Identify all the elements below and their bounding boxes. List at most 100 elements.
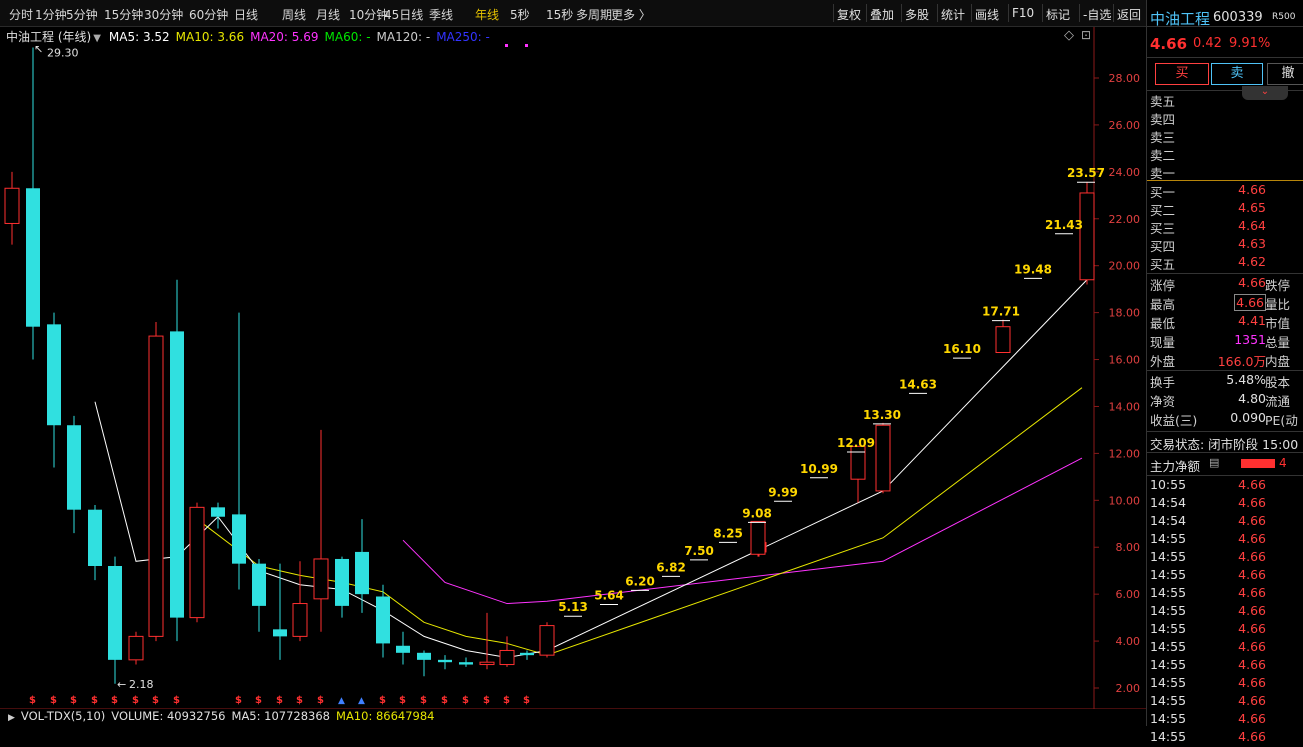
vol-indicator-icon[interactable]: ▶: [8, 713, 15, 723]
chart-title-dropdown-icon[interactable]: ▼: [93, 33, 101, 44]
period-tab-10[interactable]: 45日线: [384, 6, 423, 23]
period-tab-5[interactable]: 60分钟: [189, 6, 228, 23]
tick-time: 14:55: [1150, 657, 1187, 672]
candle-body-down: [335, 558, 349, 606]
candle-body-down: [355, 551, 369, 595]
ask-row[interactable]: 卖一: [1147, 163, 1303, 181]
bid-row[interactable]: 买三 4.64: [1147, 218, 1303, 236]
period-tab-13[interactable]: 5秒: [510, 6, 530, 23]
toolbar-action-8[interactable]: 返回: [1117, 6, 1141, 23]
period-tab-15[interactable]: 多周期: [576, 6, 612, 23]
period-tab-9[interactable]: 10分钟: [349, 6, 388, 23]
vol-ma5: MA5: 107728368: [231, 709, 331, 723]
ask-label: 卖四: [1150, 112, 1176, 127]
toolbar-action-7[interactable]: -自选: [1083, 6, 1111, 23]
toolbar-action-0[interactable]: 复权: [837, 6, 861, 23]
period-tab-11[interactable]: 季线: [429, 6, 453, 23]
vol-indicator-label[interactable]: VOL-TDX(5,10): [21, 709, 105, 723]
candle-body-up: [1079, 192, 1095, 281]
toolbar-action-5[interactable]: F10: [1012, 6, 1034, 20]
toolbar-separator: [833, 4, 834, 22]
toolbar-action-4[interactable]: 画线: [975, 6, 999, 23]
list-icon[interactable]: ▤: [1209, 456, 1219, 469]
period-tab-8[interactable]: 月线: [316, 6, 340, 23]
tick-row: 14:55 4.66: [1147, 711, 1303, 729]
tick-price: 4.66: [1238, 729, 1266, 744]
stat-label: 外盘: [1150, 354, 1176, 369]
stat-label-2: 量比: [1265, 297, 1291, 312]
period-tab-3[interactable]: 15分钟: [104, 6, 143, 23]
chart-fullscreen-icon[interactable]: ⊡: [1081, 28, 1091, 42]
toolbar-action-1[interactable]: 叠加: [870, 6, 894, 23]
toolbar-action-2[interactable]: 多股: [905, 6, 929, 23]
level-tag: R500: [1272, 12, 1296, 22]
s-marker-icon: $: [503, 695, 510, 706]
period-tab-7[interactable]: 周线: [282, 6, 306, 23]
ask-row[interactable]: 卖四: [1147, 109, 1303, 127]
divider: [1147, 452, 1303, 453]
chart-settings-icon[interactable]: ◇: [1064, 28, 1074, 43]
ma-legend: 中油工程 (年线) ▼ MA5: 3.52 MA10: 3.66 MA20: 5.69 M…: [6, 28, 496, 45]
bid-label: 买四: [1150, 239, 1176, 254]
toolbar-separator: [1079, 4, 1080, 22]
tick-price: 4.66: [1238, 477, 1266, 492]
period-tab-0[interactable]: 分时: [9, 6, 33, 23]
tick-row: 14:55 4.66: [1147, 567, 1303, 585]
y-tick-label: 18.00: [1109, 307, 1141, 320]
candle-body-up: [189, 506, 205, 619]
bid-row[interactable]: 买一 4.66: [1147, 182, 1303, 200]
buy-button[interactable]: 买: [1155, 63, 1209, 85]
limit-price-label: 6.20: [625, 574, 655, 588]
bid-row[interactable]: 买二 4.65: [1147, 200, 1303, 218]
period-tab-16[interactable]: 更多 〉: [611, 6, 651, 23]
tick-time: 14:54: [1150, 513, 1187, 528]
limit-price-label: 12.09: [837, 436, 875, 450]
y-tick-label: 2.00: [1116, 682, 1141, 695]
ask-row[interactable]: 卖三: [1147, 127, 1303, 145]
period-tab-1[interactable]: 1分钟: [35, 6, 67, 23]
ask-row[interactable]: 卖五: [1147, 91, 1303, 109]
chart-canvas[interactable]: 28.00 26.00 24.00 22.00 20.00 18.00 16.00 14.00…: [0, 27, 1146, 726]
y-tick-label: 10.00: [1109, 494, 1141, 507]
low-arrow: ←: [117, 678, 126, 691]
stat-row: 涨停 4.66 跌停: [1147, 275, 1303, 293]
s-marker-icon: $: [441, 695, 448, 706]
period-tab-2[interactable]: 5分钟: [66, 6, 98, 23]
cancel-button[interactable]: 撤: [1267, 63, 1303, 85]
candle-body-up: [4, 187, 20, 224]
candle-body-up: [539, 625, 555, 656]
bid-row[interactable]: 买四 4.63: [1147, 236, 1303, 254]
period-tab-6[interactable]: 日线: [234, 6, 258, 23]
candle-body-up: [479, 661, 495, 666]
bid-label: 买二: [1150, 203, 1176, 218]
period-toolbar: 分时 1分钟 5分钟 15分钟 30分钟 60分钟 日线 周线 月线 10分钟 45日线 季线 年线 5秒…: [0, 0, 1146, 27]
period-tab-14[interactable]: 15秒: [546, 6, 573, 23]
period-tab-4[interactable]: 30分钟: [144, 6, 183, 23]
tick-time: 14:55: [1150, 675, 1187, 690]
toolbar-action-3[interactable]: 统计: [941, 6, 965, 23]
sell-button[interactable]: 卖: [1211, 63, 1263, 85]
s-marker-icon: $: [379, 695, 386, 706]
period-tab-12[interactable]: 年线: [475, 6, 499, 23]
tick-price: 4.66: [1238, 549, 1266, 564]
limit-price-label: 23.57: [1067, 166, 1105, 180]
tick-price: 4.66: [1238, 639, 1266, 654]
s-marker-icon: $: [235, 695, 242, 706]
toolbar-action-6[interactable]: 标记: [1046, 6, 1070, 23]
candle-body-up: [128, 635, 144, 661]
tick-time: 14:55: [1150, 585, 1187, 600]
stat2-row: 净资 4.80 流通: [1147, 391, 1303, 409]
y-tick-label: 12.00: [1109, 447, 1141, 460]
tick-time: 14:55: [1150, 603, 1187, 618]
candle-body-up: [148, 335, 164, 637]
stat2-label-2: 股本: [1265, 375, 1291, 390]
ma120-label: MA120: -: [376, 30, 431, 44]
stock-code: 600339: [1213, 10, 1263, 25]
ask-row[interactable]: 卖二: [1147, 145, 1303, 163]
s-marker-icon: $: [29, 695, 36, 706]
main-net-value: 4: [1279, 456, 1287, 470]
bid-row[interactable]: 买五 4.62: [1147, 254, 1303, 272]
tick-row: 14:55 4.66: [1147, 729, 1303, 747]
candle-body-up: [313, 558, 329, 600]
kline-chart[interactable]: 28.00 26.00 24.00 22.00 20.00 18.00 16.00 14.00…: [0, 27, 1146, 726]
